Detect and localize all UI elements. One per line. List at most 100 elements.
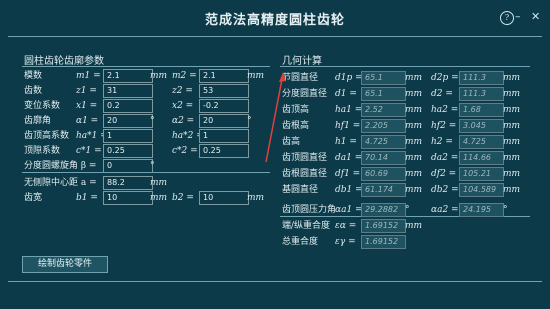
left-divider-2 <box>22 172 270 173</box>
result-symbol-2: db2 = <box>431 185 459 195</box>
result-unit-1: mm <box>405 185 423 195</box>
param-field-2[interactable]: 20 <box>199 114 249 128</box>
result-field-2: 111.3 <box>459 71 504 85</box>
right-section-title: 几何计算 <box>282 56 322 67</box>
result-symbol-1: hf1 = <box>335 121 361 131</box>
param-field-1[interactable]: 0.2 <box>103 99 153 113</box>
result-field-1: 2.205 <box>361 119 406 133</box>
param-symbol-2: c*2 = <box>172 146 198 156</box>
result-label: 齿根圆直径 <box>282 169 328 179</box>
result-symbol-1: αa1 = <box>335 205 363 215</box>
center-distance-unit: mm <box>150 178 168 188</box>
result-field-2: 1.68 <box>459 103 504 117</box>
param-field-2[interactable]: 53 <box>199 84 249 98</box>
param-unit-2: mm <box>247 71 265 81</box>
result-unit-2: mm <box>503 153 521 163</box>
param-unit-1: mm <box>150 71 168 81</box>
param-label: 齿廓角 <box>24 116 52 126</box>
bottom-divider <box>8 281 542 282</box>
annotation-arrow-line <box>265 73 284 163</box>
result-label: 齿顶高 <box>282 105 310 115</box>
param-field-2[interactable]: -0.2 <box>199 99 249 113</box>
result-unit-1: mm <box>405 221 423 231</box>
result-unit-2: mm <box>503 73 521 83</box>
result-field-1: 60.69 <box>361 167 406 181</box>
result-field-1: 4.725 <box>361 135 406 149</box>
param-label: 顶隙系数 <box>24 146 61 156</box>
result-field-2: 114.66 <box>459 151 504 165</box>
result-symbol-2: df2 = <box>431 169 457 179</box>
result-label: 节圆直径 <box>282 73 319 83</box>
result-unit-1: mm <box>405 89 423 99</box>
result-label: 齿顶圆压力角 <box>282 205 337 215</box>
result-symbol-2: ha2 = <box>431 105 459 115</box>
help-button[interactable]: ? <box>500 11 514 25</box>
param-field-1[interactable]: 31 <box>103 84 153 98</box>
result-symbol-2: h2 = <box>431 137 453 147</box>
result-symbol-1: ha1 = <box>335 105 363 115</box>
left-section-title: 圆柱齿轮齿廓参数 <box>24 56 104 67</box>
result-unit-2: mm <box>503 89 521 99</box>
param-symbol-1: c*1 = <box>76 146 102 156</box>
result-field-1: 70.14 <box>361 151 406 165</box>
result-unit-2: mm <box>503 137 521 147</box>
result-unit-2: ° <box>503 205 508 215</box>
result-unit-1: mm <box>405 73 423 83</box>
result-field-2: 111.3 <box>459 87 504 101</box>
result-symbol-1: da1 = <box>335 153 363 163</box>
result-field-1: 1.69152 <box>361 219 406 233</box>
result-field-1: 2.52 <box>361 103 406 117</box>
b2-unit: mm <box>247 193 265 203</box>
param-field-2[interactable]: 2.1 <box>199 69 249 83</box>
result-field-2: 3.045 <box>459 119 504 133</box>
result-unit-2: mm <box>503 169 521 179</box>
param-symbol-2: z2 = <box>172 86 193 96</box>
app-title: 范成法高精度圆柱齿轮 <box>204 13 345 28</box>
param-field-1[interactable]: 2.1 <box>103 69 153 83</box>
param-symbol-2: α2 = <box>172 116 195 126</box>
param-field-2[interactable]: 1 <box>199 129 249 143</box>
param-symbol-2: x2 = <box>172 101 194 111</box>
b2-field[interactable]: 10 <box>199 191 249 205</box>
param-label: 分度圆螺旋角 β = <box>24 161 97 171</box>
param-label: 模数 <box>24 71 43 81</box>
result-field-1: 61.174 <box>361 183 406 197</box>
result-field-1: 65.1 <box>361 71 406 85</box>
face-width-label: 齿宽 <box>24 193 43 203</box>
param-field-1[interactable]: 0.25 <box>103 144 153 158</box>
result-unit-1: mm <box>405 153 423 163</box>
b1-symbol: b1 = <box>76 193 98 203</box>
result-field-2: 4.725 <box>459 135 504 149</box>
result-label: 齿根高 <box>282 121 310 131</box>
result-symbol-1: db1 = <box>335 185 363 195</box>
b1-field[interactable]: 10 <box>103 191 153 205</box>
result-label: 端/纵重合度 <box>282 221 331 231</box>
result-field-2: 24.195 <box>459 203 504 217</box>
result-symbol-2: da2 = <box>431 153 459 163</box>
title-bar: 范成法高精度圆柱齿轮 ? – ✕ <box>0 0 550 34</box>
param-field-1[interactable]: 1 <box>103 129 153 143</box>
param-symbol-1: m1 = <box>76 71 101 81</box>
right-section-divider <box>280 66 530 67</box>
result-label: 基圆直径 <box>282 185 319 195</box>
param-field-2[interactable]: 0.25 <box>199 144 249 158</box>
result-unit-2: mm <box>503 121 521 131</box>
result-field-2: 104.589 <box>459 183 504 197</box>
left-section-divider <box>22 66 270 67</box>
close-button[interactable]: ✕ <box>531 10 540 24</box>
param-field-1[interactable]: 20 <box>103 114 153 128</box>
param-label: 齿数 <box>24 86 43 96</box>
result-symbol-1: εγ = <box>335 237 356 247</box>
result-symbol-2: hf2 = <box>431 121 457 131</box>
result-unit-1: mm <box>405 121 423 131</box>
center-distance-label: 无侧隙中心距 a = <box>24 178 97 188</box>
draw-gear-button[interactable]: 绘制齿轮零件 <box>22 256 108 273</box>
minimize-button[interactable]: – <box>515 10 521 24</box>
result-symbol-1: d1p = <box>335 73 363 83</box>
b1-unit: mm <box>150 193 168 203</box>
param-label: 齿顶高系数 <box>24 131 70 141</box>
result-symbol-1: h1 = <box>335 137 357 147</box>
center-distance-field[interactable]: 88.2 <box>103 176 153 190</box>
param-field-1[interactable]: 0 <box>103 159 153 173</box>
param-unit-1: ° <box>150 161 155 171</box>
